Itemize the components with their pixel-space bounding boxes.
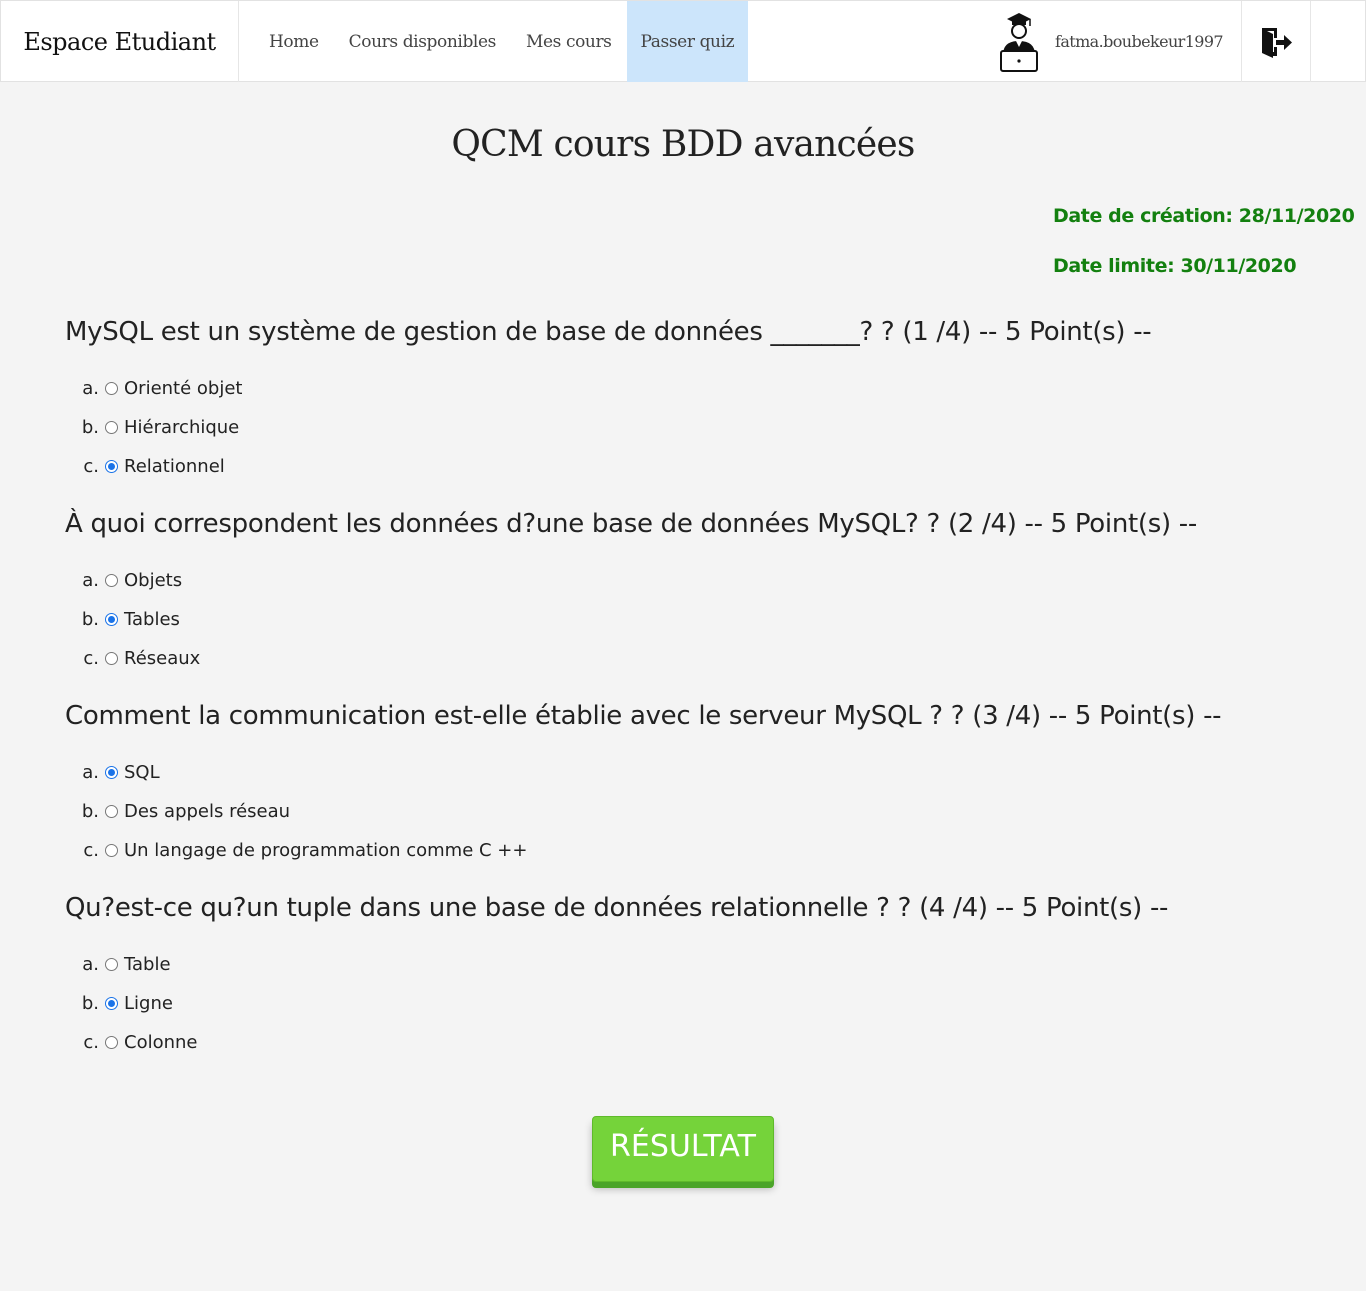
question-text: Qu?est-ce qu?un tuple dans une base de d… bbox=[65, 893, 1169, 923]
option-b[interactable]: b. Hiérarchique bbox=[65, 408, 1355, 447]
option-c[interactable]: c. Colonne bbox=[65, 1023, 1355, 1062]
option-letter: c. bbox=[83, 1032, 99, 1053]
options-list: a. Orienté objet b. Hiérarchique c. Relatio… bbox=[65, 369, 1355, 486]
option-letter: c. bbox=[83, 648, 99, 669]
question-text: Comment la communication est-elle établi… bbox=[65, 701, 1222, 731]
option-b[interactable]: b. Des appels réseau bbox=[65, 792, 1355, 831]
option-label[interactable]: Tables bbox=[124, 609, 180, 630]
options-list: a. SQL b. Des appels réseau c. Un langage d… bbox=[65, 753, 1355, 870]
option-b[interactable]: b. Ligne bbox=[65, 984, 1355, 1023]
option-label[interactable]: Colonne bbox=[124, 1032, 198, 1053]
nav-link-passer-quiz[interactable]: Passer quiz bbox=[626, 1, 749, 82]
option-label[interactable]: Orienté objet bbox=[124, 378, 242, 399]
radio-button[interactable] bbox=[105, 997, 118, 1010]
question-text: MySQL est un système de gestion de base … bbox=[65, 317, 1152, 347]
options-list: a. Objets b. Tables c. Réseaux bbox=[65, 561, 1355, 678]
option-letter: b. bbox=[81, 609, 99, 630]
radio-button[interactable] bbox=[105, 460, 118, 473]
option-c[interactable]: c. Relationnel bbox=[65, 447, 1355, 486]
nav-link-home[interactable]: Home bbox=[239, 1, 334, 82]
creation-date: Date de création: 28/11/2020 bbox=[1053, 205, 1355, 227]
question-2: À quoi correspondent les données d?une b… bbox=[65, 508, 1355, 678]
question-1: MySQL est un système de gestion de base … bbox=[65, 316, 1355, 486]
student-graduate-icon bbox=[1000, 12, 1038, 72]
option-a[interactable]: a. Table bbox=[65, 945, 1355, 984]
radio-button[interactable] bbox=[105, 613, 118, 626]
question-3: Comment la communication est-elle établi… bbox=[65, 700, 1355, 870]
option-letter: a. bbox=[82, 954, 99, 975]
question-4: Qu?est-ce qu?un tuple dans une base de d… bbox=[65, 892, 1355, 1062]
nav-link-cours-disponibles[interactable]: Cours disponibles bbox=[334, 1, 511, 82]
option-label[interactable]: Un langage de programmation comme C ++ bbox=[124, 840, 527, 861]
deadline-date: Date limite: 30/11/2020 bbox=[1053, 255, 1297, 277]
option-label[interactable]: Réseaux bbox=[124, 648, 200, 669]
option-letter: c. bbox=[83, 456, 99, 477]
option-a[interactable]: a. SQL bbox=[65, 753, 1355, 792]
option-a[interactable]: a. Objets bbox=[65, 561, 1355, 600]
option-letter: c. bbox=[83, 840, 99, 861]
quiz-title: QCM cours BDD avancées bbox=[451, 124, 915, 165]
radio-button[interactable] bbox=[105, 766, 118, 779]
radio-button[interactable] bbox=[105, 958, 118, 971]
option-label[interactable]: Relationnel bbox=[124, 456, 225, 477]
option-letter: a. bbox=[82, 378, 99, 399]
option-label[interactable]: Hiérarchique bbox=[124, 417, 239, 438]
user-area: fatma.boubekeur1997 bbox=[995, 1, 1224, 82]
radio-button[interactable] bbox=[105, 421, 118, 434]
top-navbar: Espace Etudiant Home Cours disponibles M… bbox=[0, 0, 1366, 82]
username[interactable]: fatma.boubekeur1997 bbox=[1055, 32, 1224, 51]
option-label[interactable]: Objets bbox=[124, 570, 182, 591]
logout-door-icon bbox=[1262, 27, 1292, 58]
option-c[interactable]: c. Réseaux bbox=[65, 639, 1355, 678]
result-button[interactable]: RÉSULTAT bbox=[592, 1116, 774, 1182]
nav-links: Home Cours disponibles Mes cours Passer … bbox=[239, 1, 749, 82]
radio-button[interactable] bbox=[105, 574, 118, 587]
question-text: À quoi correspondent les données d?une b… bbox=[65, 509, 1197, 539]
option-b[interactable]: b. Tables bbox=[65, 600, 1355, 639]
option-letter: a. bbox=[82, 762, 99, 783]
option-a[interactable]: a. Orienté objet bbox=[65, 369, 1355, 408]
brand-title[interactable]: Espace Etudiant bbox=[1, 1, 239, 82]
option-label[interactable]: Ligne bbox=[124, 993, 173, 1014]
option-label[interactable]: Des appels réseau bbox=[124, 801, 290, 822]
option-label[interactable]: SQL bbox=[124, 762, 160, 783]
option-c[interactable]: c. Un langage de programmation comme C ++ bbox=[65, 831, 1355, 870]
option-letter: b. bbox=[81, 417, 99, 438]
option-letter: b. bbox=[81, 801, 99, 822]
option-label[interactable]: Table bbox=[124, 954, 171, 975]
option-letter: b. bbox=[81, 993, 99, 1014]
option-letter: a. bbox=[82, 570, 99, 591]
radio-button[interactable] bbox=[105, 1036, 118, 1049]
radio-button[interactable] bbox=[105, 652, 118, 665]
radio-button[interactable] bbox=[105, 382, 118, 395]
radio-button[interactable] bbox=[105, 805, 118, 818]
radio-button[interactable] bbox=[105, 844, 118, 857]
logout-button[interactable] bbox=[1241, 1, 1311, 82]
nav-link-mes-cours[interactable]: Mes cours bbox=[511, 1, 627, 82]
options-list: a. Table b. Ligne c. Colonne bbox=[65, 945, 1355, 1062]
